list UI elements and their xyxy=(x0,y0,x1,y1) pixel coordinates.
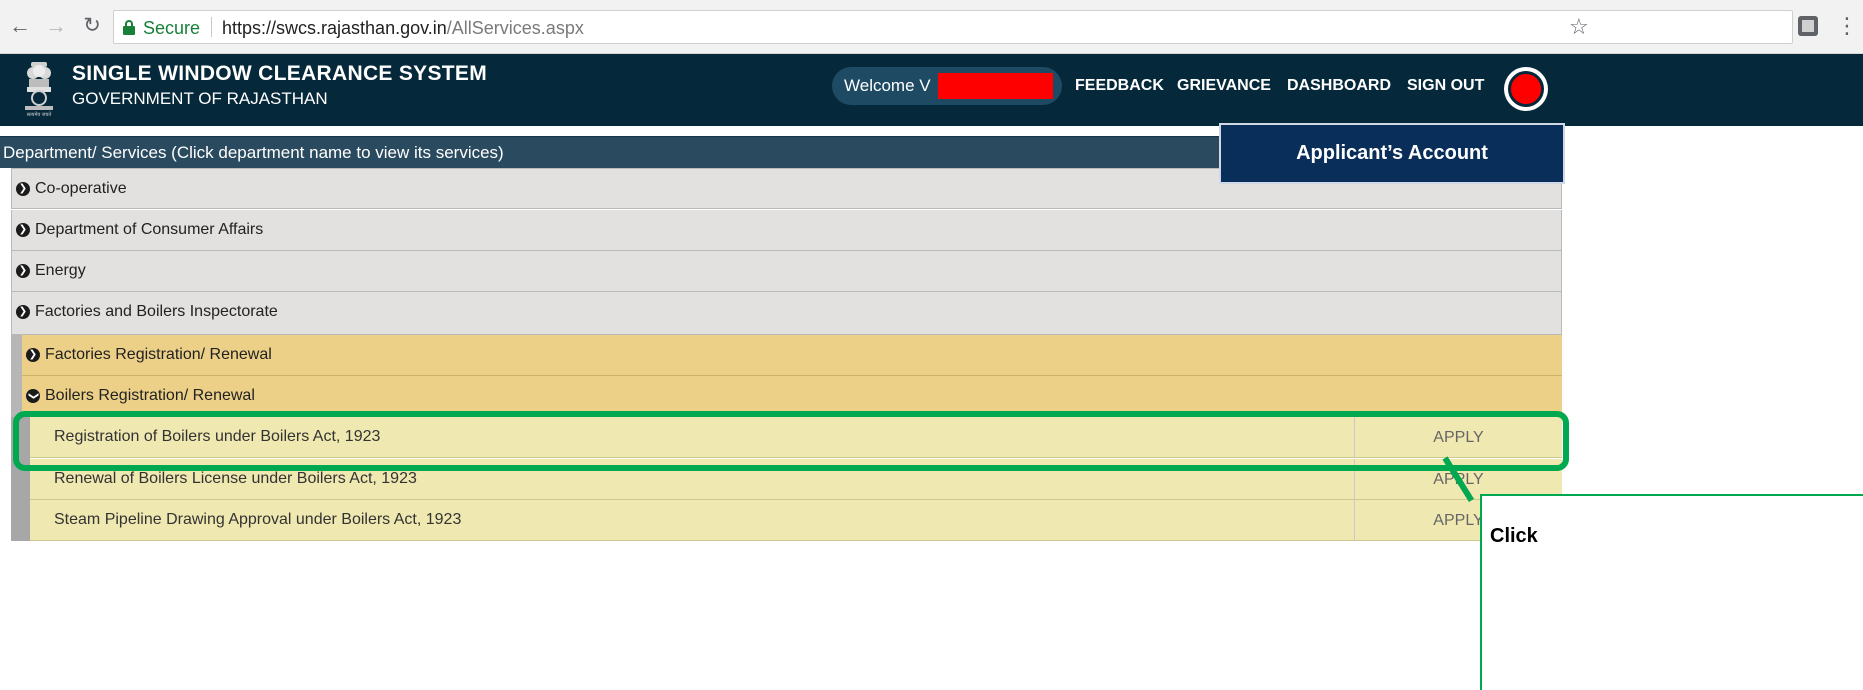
nav-sign-out-link[interactable]: SIGN OUT xyxy=(1407,77,1484,95)
department-row-consumer-affairs[interactable]: ❯ Department of Consumer Affairs xyxy=(11,210,1562,251)
lock-icon xyxy=(123,20,135,35)
department-label: Factories and Boilers Inspectorate xyxy=(35,303,278,320)
department-label: Department of Consumer Affairs xyxy=(35,221,264,238)
avatar[interactable] xyxy=(1504,67,1548,111)
department-label: Co-operative xyxy=(35,180,127,197)
click-callout-text: Click xyxy=(1490,525,1538,547)
site-title: SINGLE WINDOW CLEARANCE SYSTEM xyxy=(72,62,488,85)
menu-icon[interactable]: ⋮ xyxy=(1836,12,1858,40)
section-header-text: Department/ Services (Click department n… xyxy=(3,143,504,162)
forward-arrow-icon[interactable]: → xyxy=(42,12,70,40)
chevron-right-icon: ❯ xyxy=(16,223,30,237)
back-arrow-icon[interactable]: ← xyxy=(6,12,34,40)
chevron-right-icon: ❯ xyxy=(16,264,30,278)
chevron-right-icon: ❯ xyxy=(26,348,40,362)
bookmark-star-icon[interactable]: ☆ xyxy=(1569,16,1589,38)
browser-toolbar: ← → ↻ Secure https://swcs.rajasthan.gov.… xyxy=(0,0,1863,54)
nav-feedback-link[interactable]: FEEDBACK xyxy=(1075,77,1164,95)
welcome-badge: Welcome V xyxy=(832,67,1062,105)
extension-icon[interactable] xyxy=(1798,16,1818,36)
secure-label: Secure xyxy=(143,18,201,38)
emblem-caption: सत्यमेव जयते xyxy=(27,111,52,118)
nav-dashboard-link[interactable]: DASHBOARD xyxy=(1287,77,1391,95)
address-divider xyxy=(211,17,212,37)
department-label: Energy xyxy=(35,262,86,279)
url-host: https://swcs.rajasthan.gov.in xyxy=(222,18,447,38)
url-text[interactable]: https://swcs.rajasthan.gov.in/AllService… xyxy=(222,18,584,39)
subcategory-label: Factories Registration/ Renewal xyxy=(45,346,272,363)
service-name: Steam Pipeline Drawing Approval under Bo… xyxy=(54,511,462,528)
nav-grievance-link[interactable]: GRIEVANCE xyxy=(1177,77,1271,95)
applicant-account-callout: Applicant’s Account xyxy=(1219,123,1565,184)
click-callout: Click xyxy=(1480,494,1863,690)
url-path: /AllServices.aspx xyxy=(446,18,584,38)
redacted-username xyxy=(938,73,1053,99)
site-header: सत्यमेव जयते SINGLE WINDOW CLEARANCE SYS… xyxy=(0,54,1863,126)
chevron-right-icon: ❯ xyxy=(16,182,30,196)
subcategory-row-factories[interactable]: ❯ Factories Registration/ Renewal xyxy=(22,335,1562,376)
department-row-factories-boilers[interactable]: ❯ Factories and Boilers Inspectorate xyxy=(11,292,1562,335)
highlight-box xyxy=(13,411,1569,471)
subcategory-label: Boilers Registration/ Renewal xyxy=(45,387,255,404)
service-row: Steam Pipeline Drawing Approval under Bo… xyxy=(30,500,1562,541)
site-subtitle: GOVERNMENT OF RAJASTHAN xyxy=(72,89,328,108)
service-name: Renewal of Boilers License under Boilers… xyxy=(54,470,417,487)
reload-icon[interactable]: ↻ xyxy=(78,12,106,40)
department-row-energy[interactable]: ❯ Energy xyxy=(11,251,1562,292)
welcome-text: Welcome V xyxy=(844,76,931,95)
address-bar[interactable]: Secure https://swcs.rajasthan.gov.in/All… xyxy=(113,10,1793,44)
chevron-down-icon: ❯ xyxy=(26,389,40,403)
chevron-right-icon: ❯ xyxy=(16,305,30,319)
state-emblem-icon: सत्यमेव जयते xyxy=(25,62,53,118)
callout-text: Applicant’s Account xyxy=(1296,142,1488,164)
